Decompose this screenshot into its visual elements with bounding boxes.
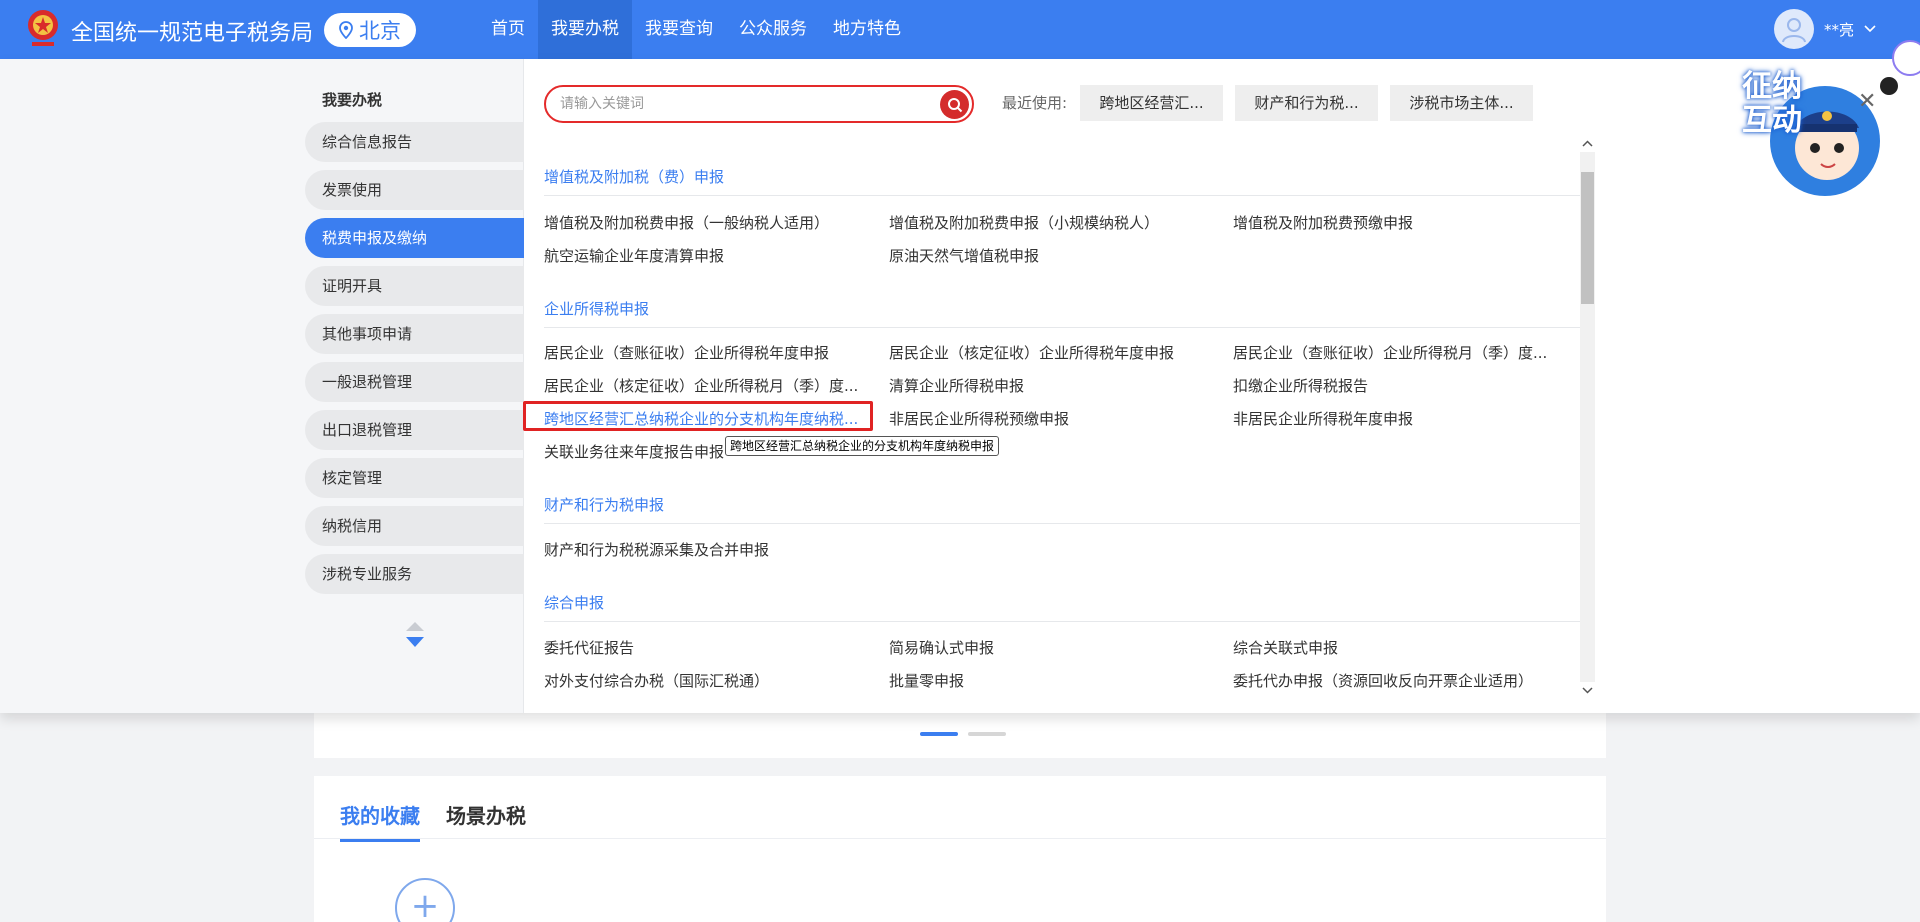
plus-icon: + [410,886,440,922]
link-batch-zero[interactable]: 批量零申报 [889,670,964,691]
favorites-card [314,776,1606,922]
link-aviation-clearing[interactable]: 航空运输企业年度清算申报 [544,245,724,266]
nav-do-tax[interactable]: 我要办税 [538,0,632,59]
recent-label: 最近使用: [1002,94,1068,112]
recent-item-3[interactable]: 涉税市场主体... [1390,85,1533,121]
link-cit-audit-annual[interactable]: 居民企业（查账征收）企业所得税年度申报 [544,342,829,363]
user-name[interactable]: **亮 [1824,19,1854,40]
link-entrusted-collection[interactable]: 委托代征报告 [544,637,634,658]
user-avatar-icon [1782,18,1806,43]
tax-emblem-icon[interactable] [26,8,60,50]
link-cit-audit-quarterly[interactable]: 居民企业（查账征收）企业所得税月（季）度... [1233,342,1547,363]
sidebar-item-invoice[interactable]: 发票使用 [305,170,524,210]
sidebar-item-credit[interactable]: 纳税信用 [305,506,524,546]
site-title[interactable]: 全国统一规范电子税务局 [71,15,313,47]
section-divider [544,523,1580,524]
sidebar-item-export-refund[interactable]: 出口退税管理 [305,410,524,450]
sidebar-item-professional[interactable]: 涉税专业服务 [305,554,524,594]
location-pin-icon [339,21,353,39]
nav-public-service[interactable]: 公众服务 [726,0,820,59]
section-title-property[interactable]: 财产和行为税申报 [544,494,664,515]
top-header: 全国统一规范电子税务局 北京 首页 我要办税 我要查询 公众服务 地方特色 **… [0,0,1920,59]
highlight-box [523,401,873,431]
chevron-down-icon[interactable] [1864,25,1876,33]
main-nav: 首页 我要办税 我要查询 公众服务 地方特色 [478,0,914,59]
recent-item-2[interactable]: 财产和行为税... [1235,85,1378,121]
link-vat-prepay[interactable]: 增值税及附加税费预缴申报 [1233,212,1413,233]
nav-local-features[interactable]: 地方特色 [820,0,914,59]
scroll-track[interactable] [1580,152,1595,682]
region-selector[interactable]: 北京 [324,13,416,47]
section-title-vat[interactable]: 增值税及附加税（费）申报 [544,166,724,187]
link-nonresident-annual[interactable]: 非居民企业所得税年度申报 [1233,408,1413,429]
link-nonresident-prepay[interactable]: 非居民企业所得税预缴申报 [889,408,1069,429]
search-box [544,85,974,123]
scroll-up-icon[interactable] [1580,138,1595,150]
recent-item-1[interactable]: 跨地区经营汇... [1080,85,1223,121]
tab-scenario-tax[interactable]: 场景办税 [446,800,526,842]
nav-query[interactable]: 我要查询 [632,0,726,59]
link-foreign-payment[interactable]: 对外支付综合办税（国际汇税通） [544,670,769,691]
section-title-cit[interactable]: 企业所得税申报 [544,298,649,319]
user-menu[interactable]: **亮 [1774,9,1876,49]
search-icon [947,97,962,112]
sidebar-item-certificate[interactable]: 证明开具 [305,266,524,306]
link-related-party-report[interactable]: 关联业务往来年度报告申报 [544,441,724,462]
do-tax-dropdown-panel: 我要办税 综合信息报告 发票使用 税费申报及缴纳 证明开具 其他事项申请 一般退… [0,59,1920,713]
section-divider [544,327,1580,328]
sidebar-item-refund[interactable]: 一般退税管理 [305,362,524,402]
link-cit-liquidation[interactable]: 清算企业所得税申报 [889,375,1024,396]
sidebar-item-declaration[interactable]: 税费申报及缴纳 [305,218,524,258]
tab-my-favorites[interactable]: 我的收藏 [340,800,420,842]
carousel-dot-1[interactable] [920,732,958,736]
region-label: 北京 [359,19,401,43]
section-divider [544,195,1580,196]
avatar[interactable] [1774,9,1814,49]
link-vat-general[interactable]: 增值税及附加税费申报（一般纳税人适用） [544,212,829,233]
link-cit-assessed-annual[interactable]: 居民企业（核定征收）企业所得税年度申报 [889,342,1174,363]
nav-home[interactable]: 首页 [478,0,538,59]
search-button[interactable] [940,90,969,119]
scroll-thumb[interactable] [1581,172,1594,304]
close-icon[interactable]: ✕ [1858,89,1876,114]
sidebar-item-assessment[interactable]: 核定管理 [305,458,524,498]
robot-assistant-icon[interactable] [1892,40,1920,76]
link-tooltip: 跨地区经营汇总纳税企业的分支机构年度纳税申报 [725,436,1000,456]
sidebar-item-info-report[interactable]: 综合信息报告 [305,122,524,162]
link-cit-assessed-quarterly[interactable]: 居民企业（核定征收）企业所得税月（季）度... [544,375,858,396]
link-property-combined[interactable]: 财产和行为税税源采集及合并申报 [544,539,769,560]
link-simple-confirm[interactable]: 简易确认式申报 [889,637,994,658]
sidebar-item-other-apply[interactable]: 其他事项申请 [305,314,524,354]
carousel-dots [920,732,1006,736]
link-comprehensive-related[interactable]: 综合关联式申报 [1233,637,1338,658]
sidebar-title: 我要办税 [322,91,383,109]
link-vat-small[interactable]: 增值税及附加税费申报（小规模纳税人） [889,212,1159,233]
favorites-divider [314,838,1606,839]
link-oil-gas-vat[interactable]: 原油天然气增值税申报 [889,245,1039,266]
search-input[interactable] [560,93,920,115]
favorites-tabs: 我的收藏 场景办税 [340,800,526,842]
content-scrollbar[interactable] [1580,138,1595,696]
category-list: 综合信息报告 发票使用 税费申报及缴纳 证明开具 其他事项申请 一般退税管理 出… [305,122,524,602]
carousel-dot-2[interactable] [968,732,1006,736]
sidebar-scroll-arrows-icon[interactable] [404,620,426,650]
section-title-comprehensive[interactable]: 综合申报 [544,592,604,613]
mascot-label: 征纳互动 [1742,69,1802,138]
scroll-down-icon[interactable] [1580,684,1595,696]
section-divider [544,621,1580,622]
link-entrusted-declaration[interactable]: 委托代办申报（资源回收反向开票企业适用） [1233,670,1533,691]
link-cit-withholding[interactable]: 扣缴企业所得税报告 [1233,375,1368,396]
